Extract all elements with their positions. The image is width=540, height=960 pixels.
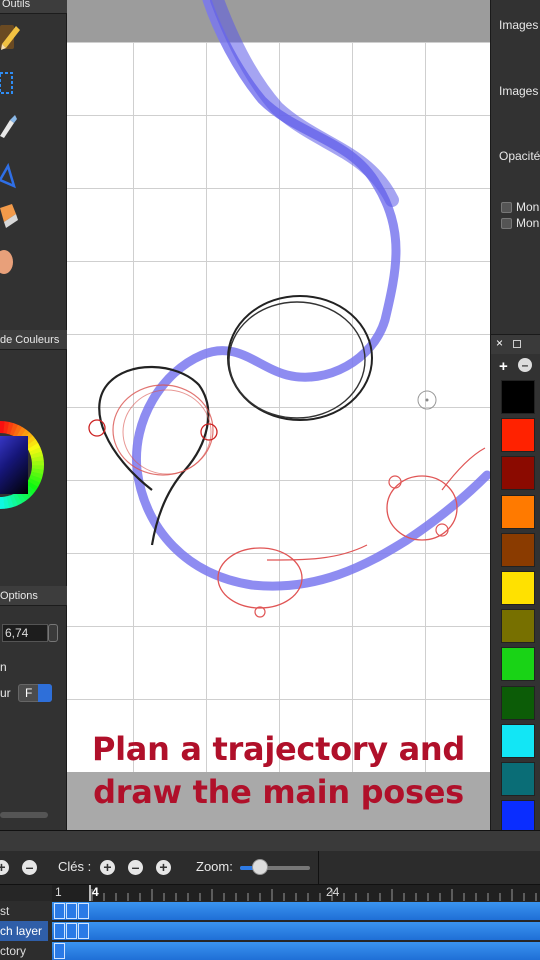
color-swatch[interactable] <box>501 609 535 644</box>
ruler-ticks <box>91 889 537 901</box>
color-swatch[interactable] <box>501 380 535 414</box>
palette-header: × <box>491 334 540 354</box>
layer-row[interactable]: st <box>0 901 48 921</box>
keyframe-cell[interactable] <box>54 923 65 939</box>
keyframe-cell[interactable] <box>78 923 89 939</box>
mode-select[interactable]: F <box>18 684 52 702</box>
layer-track[interactable] <box>52 922 540 940</box>
left-tool-panel: Outils de Couleurs Options 6,74 n ur F <box>0 0 67 830</box>
hand-tool-icon[interactable] <box>0 246 22 276</box>
layer-track[interactable] <box>52 902 540 920</box>
add-key-button[interactable]: + <box>100 860 115 875</box>
keyframe-cell[interactable] <box>54 903 65 919</box>
frame-label-1: 1 <box>55 885 62 899</box>
sketch-drawing <box>88 0 490 618</box>
brush-tool-icon[interactable] <box>0 110 22 140</box>
opacity-label: Opacité <box>499 149 540 163</box>
palette-toolbar: + – <box>491 356 540 378</box>
option-checkbox-1[interactable] <box>501 202 512 213</box>
colors-panel-header: de Couleurs <box>0 330 67 350</box>
zoom-label: Zoom: <box>196 859 233 874</box>
playhead[interactable] <box>89 885 91 901</box>
zoom-slider-knob[interactable] <box>251 859 268 875</box>
palette-resize-icon[interactable] <box>513 340 521 348</box>
option-checkbox-2[interactable] <box>501 218 512 229</box>
remove-layer-button[interactable]: – <box>22 860 37 875</box>
app-window: Outils de Couleurs Options 6,74 n ur F P… <box>0 0 540 960</box>
keyframe-cell[interactable] <box>54 943 65 959</box>
color-swatch[interactable] <box>501 647 535 682</box>
eraser-tool-icon[interactable] <box>0 200 22 230</box>
tools-panel-header: Outils <box>0 0 67 14</box>
zoom-slider[interactable] <box>240 866 310 870</box>
timeline-header <box>0 831 540 851</box>
frame-label-24: 24 <box>326 885 340 899</box>
color-swatch[interactable] <box>501 532 535 567</box>
layer-row[interactable]: ctory <box>0 941 48 960</box>
color-swatch[interactable] <box>501 685 535 720</box>
brush-size-field[interactable]: 6,74 <box>2 624 48 642</box>
option-checkbox-2-label: Mon <box>516 216 540 230</box>
color-swatch[interactable] <box>501 723 535 758</box>
toolbar-divider <box>318 851 319 885</box>
right-panel: Images Images Opacité Mon Mon × + – <box>490 0 540 835</box>
remove-key-button[interactable]: – <box>128 860 143 875</box>
options-panel-header: Options <box>0 586 67 606</box>
layer-row-selected[interactable]: ch layer <box>0 921 48 941</box>
add-layer-button[interactable]: + <box>0 860 9 875</box>
keyframe-cell[interactable] <box>66 903 77 919</box>
option-row-label: ur <box>0 686 11 700</box>
mode-select-value: F <box>25 686 33 700</box>
color-swatch[interactable] <box>501 494 535 529</box>
option-checkbox-1-label: Mon <box>516 200 540 214</box>
scrollbar[interactable] <box>0 812 48 818</box>
trajectory-stroke <box>131 0 490 591</box>
keyframe-cell[interactable] <box>78 903 89 919</box>
frame-ruler[interactable]: 1 4 24 <box>52 885 540 901</box>
pencil-tool-icon[interactable] <box>0 22 22 52</box>
add-color-button[interactable]: + <box>499 358 508 375</box>
frame-label-4: 4 <box>92 885 99 899</box>
color-wheel[interactable] <box>0 400 62 530</box>
caption-line-2: draw the main poses <box>93 773 464 811</box>
images-label: Images <box>499 18 539 32</box>
option-row-label: n <box>0 660 7 674</box>
palette-close-button[interactable]: × <box>496 336 503 350</box>
color-swatch[interactable] <box>501 571 535 605</box>
timeline-panel: + – Clés : + – + Zoom: 1 4 24 st ch laye… <box>0 830 540 960</box>
chevron-updown-icon <box>38 684 52 702</box>
drawing-canvas-area[interactable]: Plan a trajectory and draw the main pose… <box>67 0 490 830</box>
timeline-toolbar: + – Clés : + – + Zoom: <box>0 851 540 885</box>
key-options-button[interactable]: + <box>156 860 171 875</box>
palette-options-icon[interactable]: – <box>518 358 532 372</box>
brush-size-stepper[interactable] <box>48 624 58 642</box>
color-swatch[interactable] <box>501 762 535 796</box>
color-swatch[interactable] <box>501 418 535 453</box>
shape-tool-icon[interactable] <box>0 160 22 190</box>
images-label-2: Images <box>499 84 539 98</box>
selection-tool-icon[interactable] <box>0 68 22 98</box>
color-swatch[interactable] <box>501 456 535 491</box>
layer-track[interactable] <box>52 942 540 960</box>
layer-list: st ch layer ctory <box>0 901 52 960</box>
caption-line-1: Plan a trajectory and <box>91 730 466 768</box>
keys-label: Clés : <box>58 859 92 874</box>
keyframe-cell[interactable] <box>66 923 77 939</box>
